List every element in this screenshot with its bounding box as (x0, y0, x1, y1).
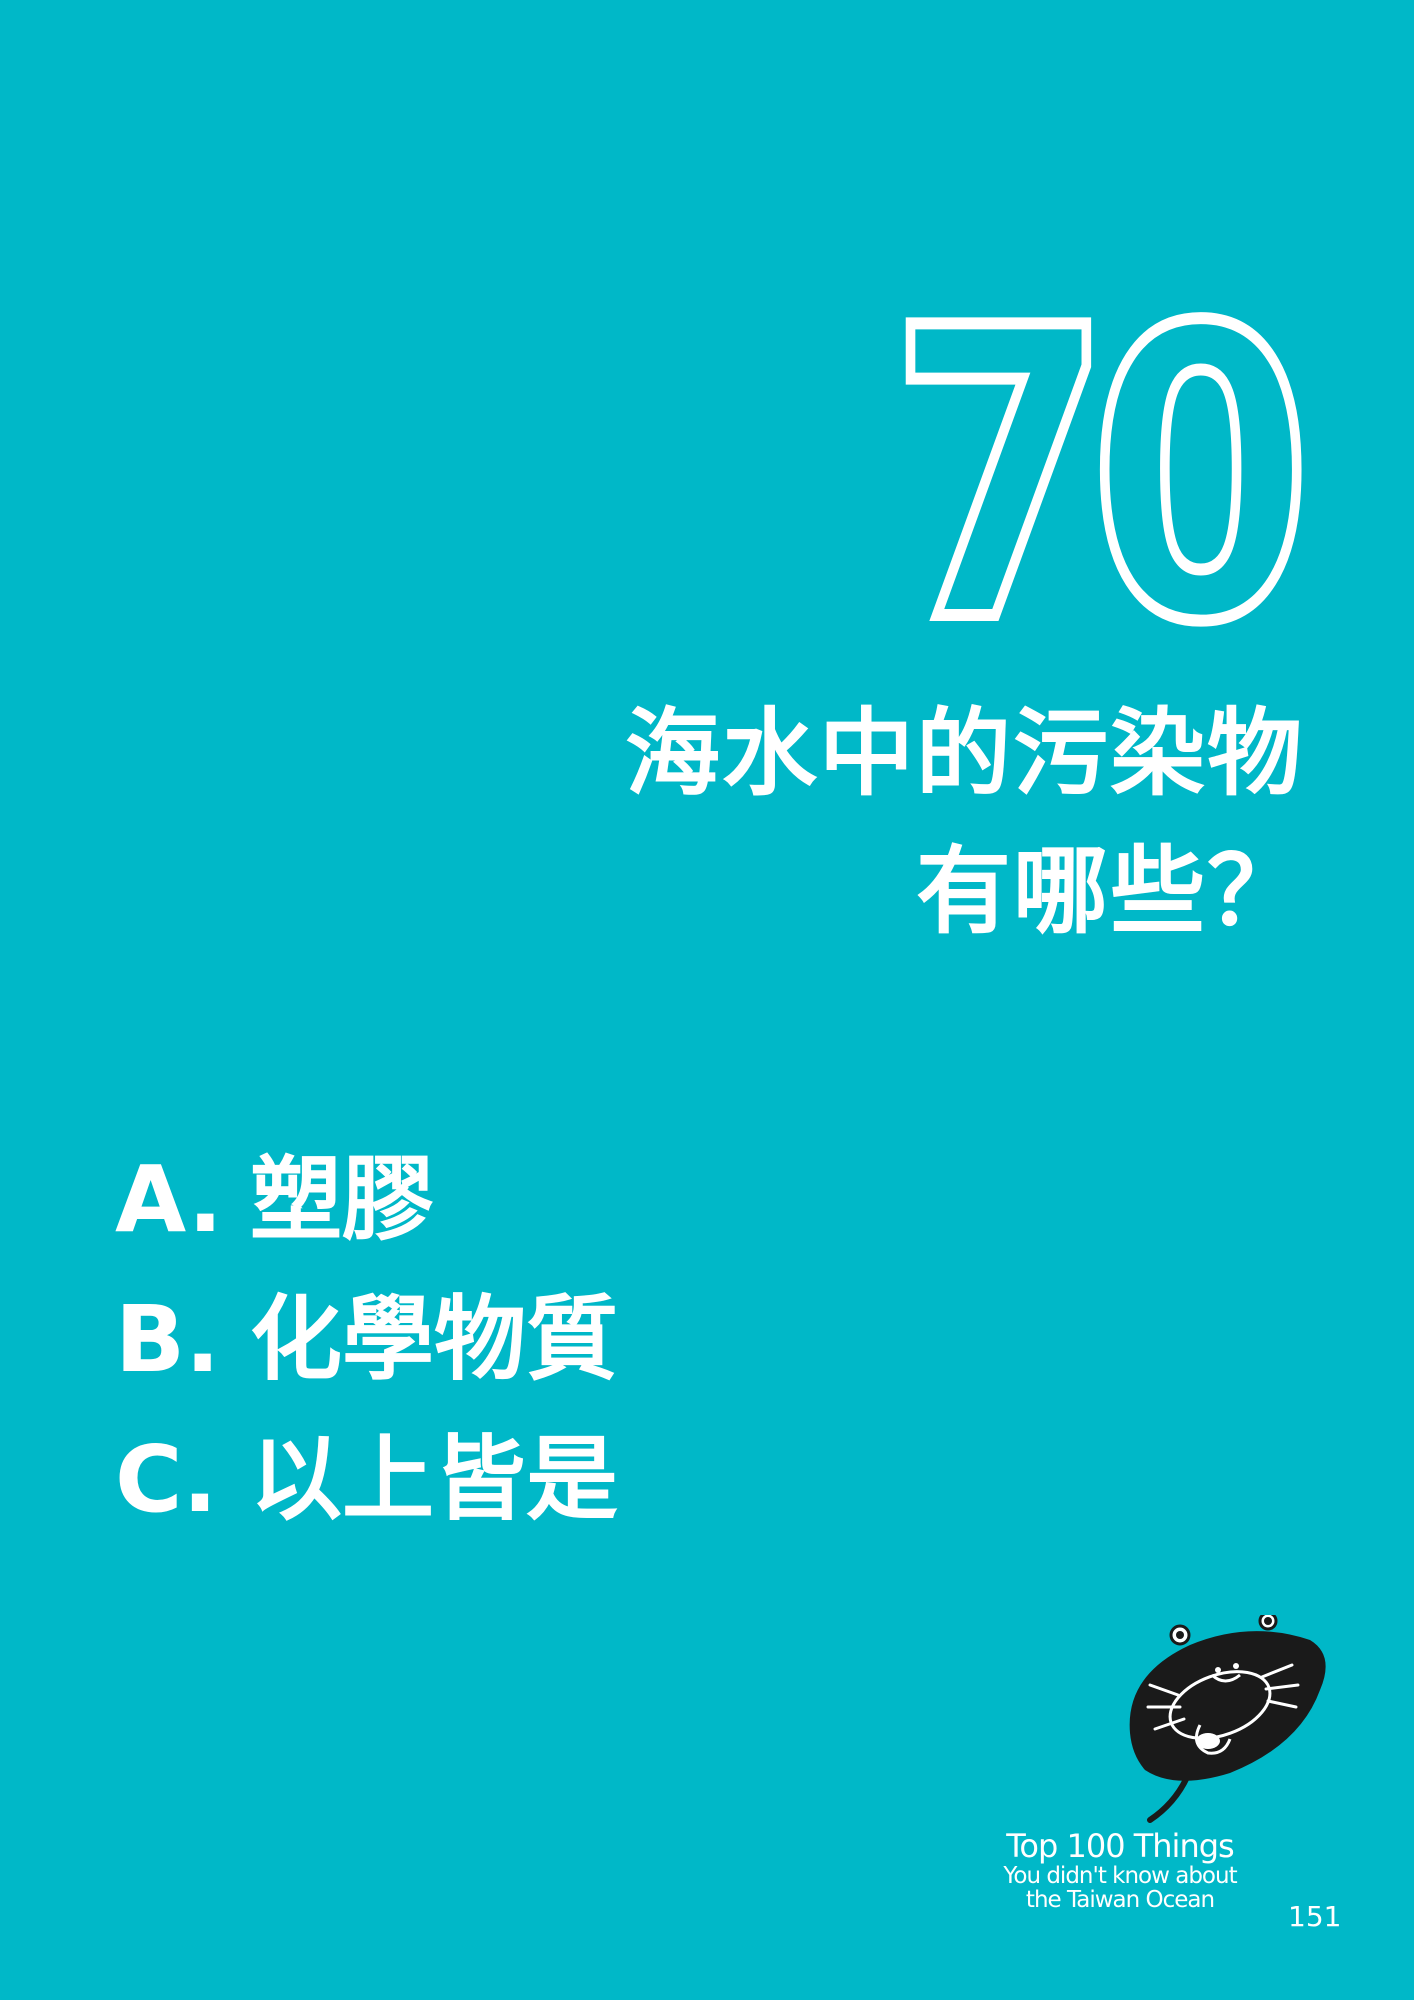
option-b: B. 化學物質 (115, 1270, 618, 1410)
page-number: 151 (1288, 1900, 1342, 1933)
option-letter: B. (115, 1286, 221, 1393)
option-a: A. 塑膠 (115, 1130, 618, 1270)
brand-line1: Top 100 Things (1006, 1827, 1234, 1865)
answer-options: A. 塑膠 B. 化學物質 C. 以上皆是 (115, 1130, 618, 1550)
option-text: 以上皆是 (250, 1426, 619, 1533)
option-text: 化學物質 (250, 1286, 619, 1393)
brand-line3: the Taiwan Ocean (1025, 1886, 1215, 1913)
question-title-line1: 海水中的污染物 (624, 699, 1304, 809)
question-number: 70 (885, 245, 1317, 710)
brand-line2: You didn't know about (1003, 1862, 1237, 1889)
option-letter: A. (115, 1146, 223, 1253)
option-text: 塑膠 (250, 1146, 435, 1253)
brand-logo: Top 100 Things You didn't know about the… (985, 1827, 1255, 1913)
horseshoe-crab-icon (1129, 1615, 1326, 1823)
question-title: 海水中的污染物 有哪些？ (625, 685, 1304, 961)
option-letter: C. (115, 1426, 218, 1533)
option-c: C. 以上皆是 (115, 1410, 618, 1550)
question-title-line2: 有哪些？ (915, 837, 1304, 947)
